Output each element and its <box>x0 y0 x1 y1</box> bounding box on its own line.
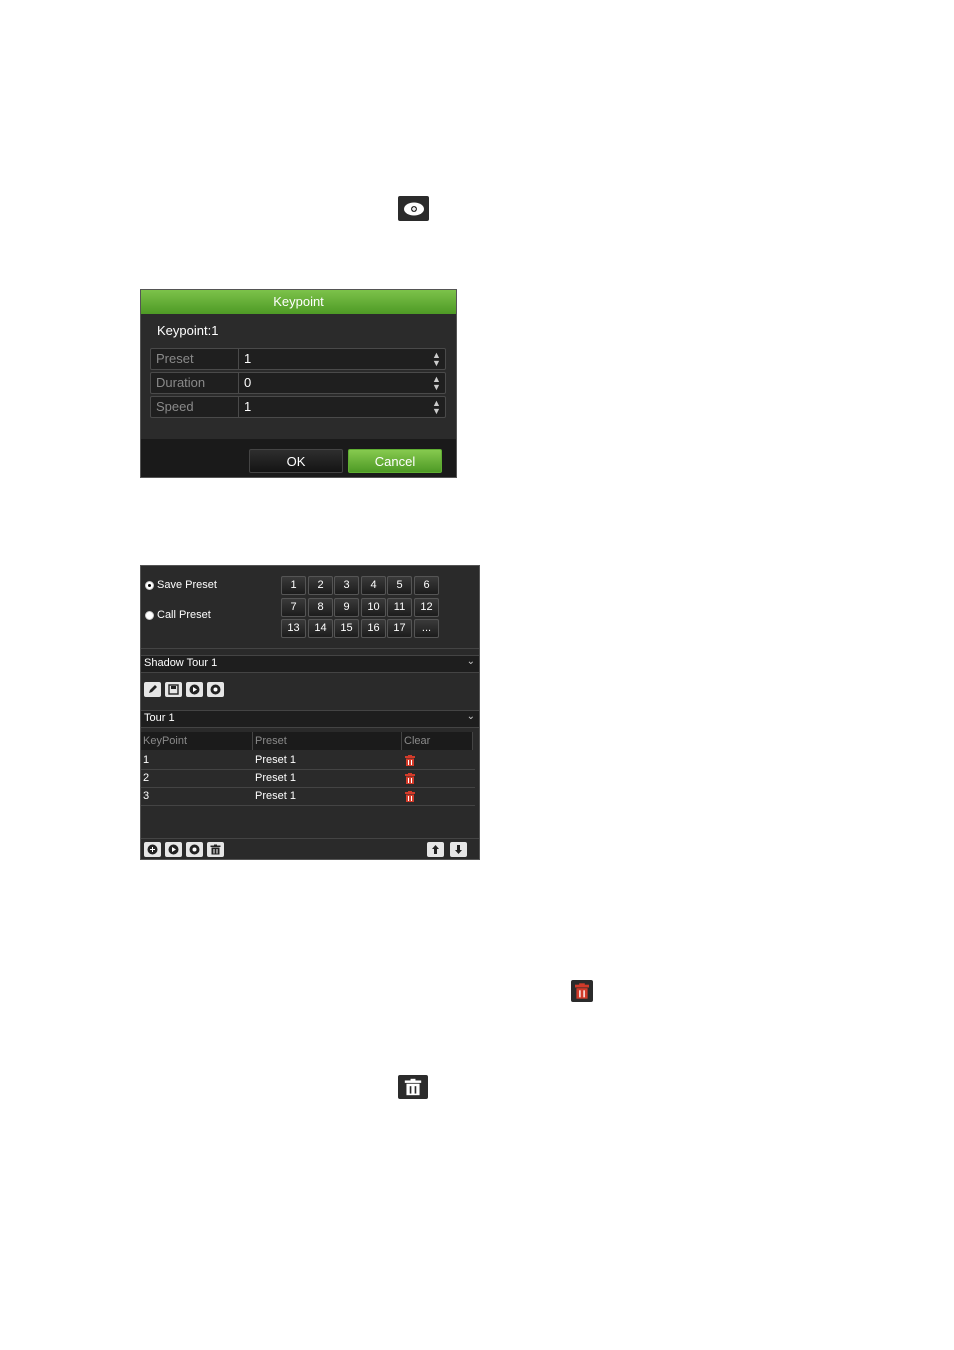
preset-label: Preset <box>151 349 239 369</box>
spinner-icon[interactable]: ▲ ▼ <box>432 351 441 368</box>
preset-value[interactable]: 1 <box>244 349 251 369</box>
preset-button[interactable]: 1 <box>281 576 306 595</box>
preset-button[interactable]: 8 <box>308 598 333 617</box>
shadow-tour-value: Shadow Tour 1 <box>144 657 218 669</box>
call-preset-label: Call Preset <box>157 609 211 621</box>
preset-button[interactable]: 14 <box>308 619 333 638</box>
save-preset-label: Save Preset <box>157 579 217 591</box>
preset-button[interactable]: 5 <box>387 576 412 595</box>
preset-button[interactable]: 12 <box>414 598 439 617</box>
delete-red-icon[interactable] <box>405 755 415 766</box>
column-header-keypoint: KeyPoint <box>141 732 253 750</box>
table-row[interactable]: 2 Preset 1 <box>141 770 475 788</box>
arrow-down-icon <box>455 845 462 854</box>
preset-button[interactable]: 6 <box>414 576 439 595</box>
keypoint-cell: 2 <box>143 772 150 784</box>
divider <box>141 648 479 649</box>
table-row[interactable]: 3 Preset 1 <box>141 788 475 806</box>
add-keypoint-button[interactable] <box>144 842 161 857</box>
keypoint-dialog: Keypoint Keypoint:1 Preset 1 ▲ ▼ Duration… <box>140 289 457 478</box>
table-header: KeyPoint Preset Clear <box>141 732 473 750</box>
stop-icon <box>189 844 200 855</box>
trash-icon <box>210 844 221 855</box>
tour-dropdown[interactable]: Tour 1 ⌄ <box>141 710 479 728</box>
save-icon <box>168 684 179 695</box>
radio-unselected-icon[interactable] <box>145 610 154 620</box>
preset-button[interactable]: 15 <box>334 619 359 638</box>
preset-button[interactable]: 17 <box>387 619 412 638</box>
preset-button[interactable]: 11 <box>387 598 412 617</box>
play-button[interactable] <box>186 682 203 697</box>
preset-button[interactable]: 7 <box>281 598 306 617</box>
table-row[interactable]: 1 Preset 1 <box>141 752 475 770</box>
duration-value[interactable]: 0 <box>244 373 251 393</box>
arrow-up-icon <box>432 845 439 854</box>
preset-cell: Preset 1 <box>255 790 296 802</box>
ok-button[interactable]: OK <box>249 449 343 473</box>
preset-button[interactable]: 4 <box>361 576 386 595</box>
duration-field[interactable]: Duration 0 ▲ ▼ <box>150 372 446 394</box>
speed-label: Speed <box>151 397 239 417</box>
play-icon <box>189 684 200 695</box>
delete-red-icon <box>571 980 593 1002</box>
add-icon <box>147 844 158 855</box>
chevron-down-icon: ⌄ <box>466 711 475 722</box>
preset-button[interactable]: 16 <box>361 619 386 638</box>
speed-field[interactable]: Speed 1 ▲ ▼ <box>150 396 446 418</box>
dialog-title: Keypoint <box>141 290 456 314</box>
move-down-button[interactable] <box>450 842 467 857</box>
tour-toolbar <box>141 838 479 860</box>
radio-selected-icon[interactable] <box>145 580 154 590</box>
play-tour-button[interactable] <box>165 842 182 857</box>
keypoint-cell: 1 <box>143 754 150 766</box>
save-button[interactable] <box>165 682 182 697</box>
preset-cell: Preset 1 <box>255 772 296 784</box>
preset-cell: Preset 1 <box>255 754 296 766</box>
keypoint-cell: 3 <box>143 790 150 802</box>
delete-red-icon[interactable] <box>405 791 415 802</box>
call-preset-option[interactable]: Call Preset <box>145 609 211 621</box>
preset-button[interactable]: 10 <box>361 598 386 617</box>
ptz-tour-panel: Save Preset Call Preset 1 2 3 4 5 6 7 8 … <box>140 565 480 860</box>
chevron-down-icon: ⌄ <box>466 656 475 667</box>
preset-button[interactable]: 2 <box>308 576 333 595</box>
stop-button[interactable] <box>207 682 224 697</box>
cancel-button[interactable]: Cancel <box>348 449 442 473</box>
column-header-preset: Preset <box>253 732 402 750</box>
spinner-icon[interactable]: ▲ ▼ <box>432 375 441 392</box>
move-up-button[interactable] <box>427 842 444 857</box>
delete-red-icon[interactable] <box>405 773 415 784</box>
more-presets-button[interactable]: ... <box>414 619 439 638</box>
delete-all-button[interactable] <box>207 842 224 857</box>
save-preset-option[interactable]: Save Preset <box>145 579 217 591</box>
trash-icon <box>398 1075 428 1099</box>
preset-button[interactable]: 3 <box>334 576 359 595</box>
preset-field[interactable]: Preset 1 ▲ ▼ <box>150 348 446 370</box>
speed-value[interactable]: 1 <box>244 397 251 417</box>
edit-button[interactable] <box>144 682 161 697</box>
duration-label: Duration <box>151 373 239 393</box>
shadow-tour-dropdown[interactable]: Shadow Tour 1 ⌄ <box>141 655 479 673</box>
stop-icon <box>210 684 221 695</box>
tour-value: Tour 1 <box>144 712 175 724</box>
play-icon <box>168 844 179 855</box>
column-header-clear: Clear <box>402 732 473 750</box>
dialog-footer: OK Cancel <box>141 439 456 477</box>
add-keypoint-icon[interactable] <box>398 196 429 221</box>
keypoint-number-label: Keypoint:1 <box>157 323 219 338</box>
preset-button[interactable]: 13 <box>281 619 306 638</box>
spinner-icon[interactable]: ▲ ▼ <box>432 399 441 416</box>
pencil-icon <box>149 685 157 693</box>
preset-button[interactable]: 9 <box>334 598 359 617</box>
stop-tour-button[interactable] <box>186 842 203 857</box>
